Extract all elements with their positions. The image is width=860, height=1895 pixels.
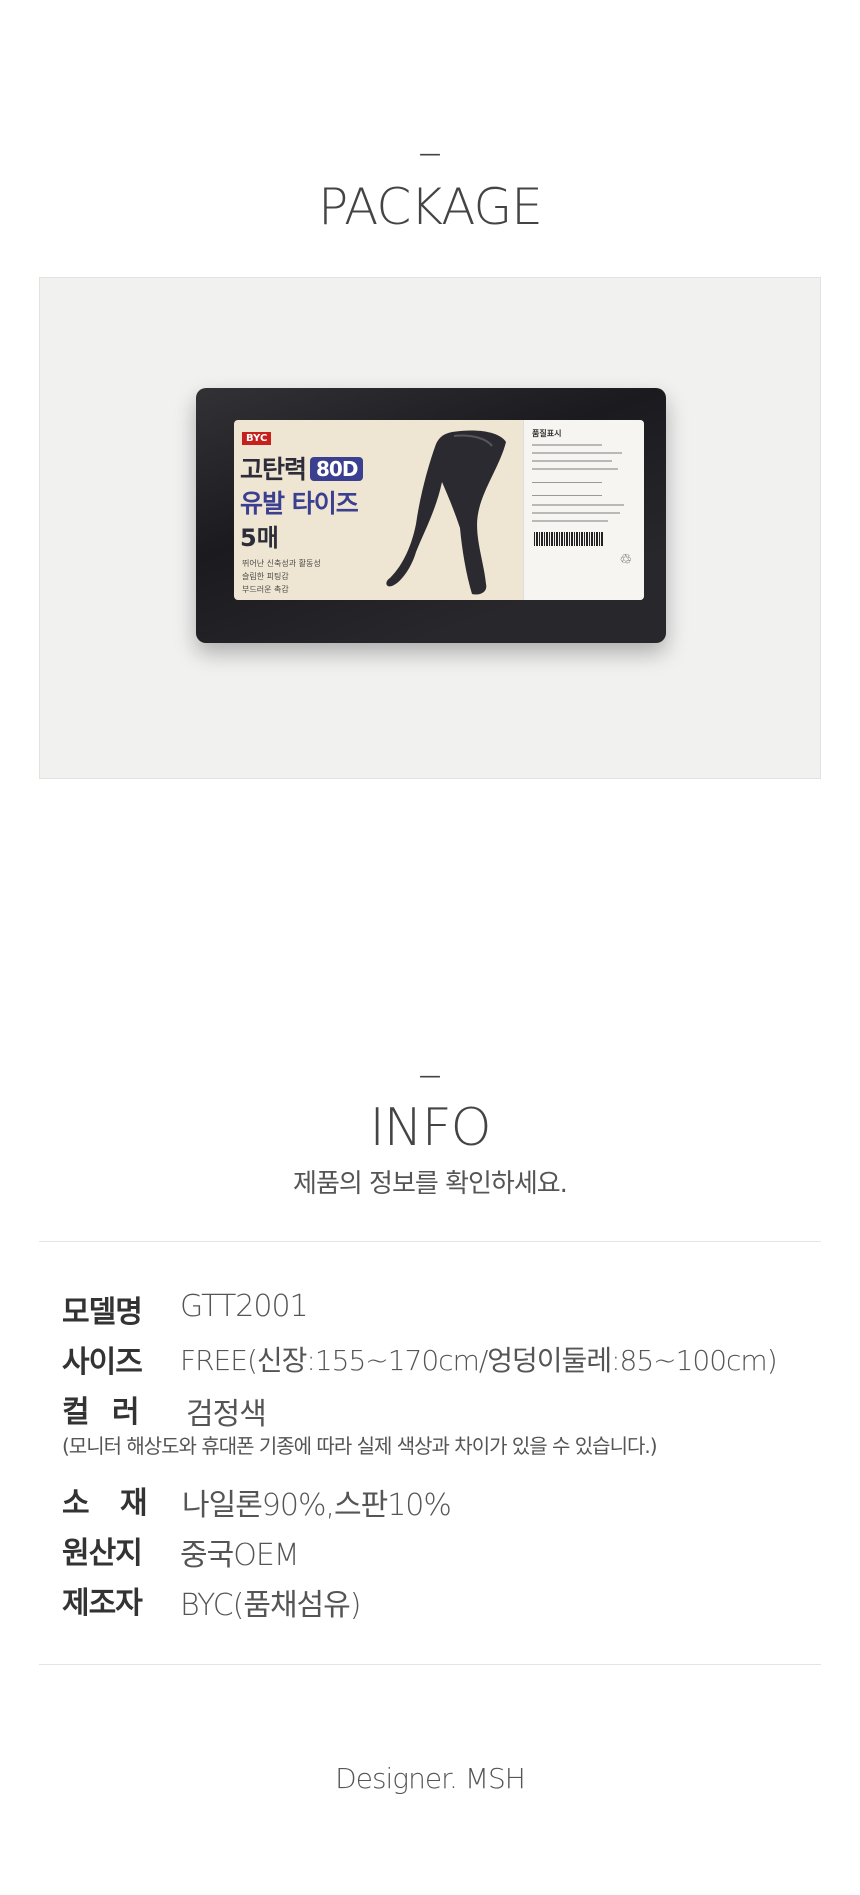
label-info-line [532, 512, 620, 514]
spec-value: FREE(신장:155~170cm/엉덩이둘레:85~100cm) [180, 1344, 778, 1377]
spec-label: 제조자 [62, 1586, 143, 1621]
label-info-heading: 품질표시 [532, 429, 562, 438]
package-feature: 뛰어난 신축성과 활동성 [242, 559, 321, 568]
label-info-line [532, 504, 624, 506]
spec-value: 중국OEM [180, 1538, 300, 1573]
legs-illustration [386, 430, 506, 595]
label-info-panel: 품질표시 ♲ [523, 420, 644, 600]
label-info-line [532, 468, 618, 470]
package-line-1-text: 고탄력 [240, 455, 307, 484]
divider [39, 1664, 821, 1665]
spec-label: 모델명 [62, 1295, 143, 1330]
package-line-1: 고탄력 80D [240, 450, 364, 486]
package-feature: 슬림한 피팅감 [242, 572, 289, 581]
barcode [534, 532, 604, 546]
spec-value: 나일론90%,스판10% [182, 1488, 452, 1523]
label-info-line [532, 452, 622, 454]
brand-logo: BYC [242, 432, 272, 445]
care-symbols [532, 482, 602, 496]
spec-value: 검정색 [186, 1397, 267, 1432]
info-subtitle: 제품의 정보를 확인하세요. [293, 1169, 568, 1199]
info-title: INFO [369, 1098, 491, 1158]
label-info-line [532, 444, 602, 446]
spec-label: 소 재 [62, 1486, 148, 1521]
spec-value: GTT2001 [180, 1289, 309, 1324]
section-dash: — [419, 1064, 441, 1089]
label-info-line [532, 520, 608, 522]
color-note: (모니터 해상도와 휴대폰 기종에 따라 실제 색상과 차이가 있을 수 있습니… [62, 1434, 658, 1458]
tights-package: BYC 고탄력 80D 유발 타이즈 5매 뛰어난 신축성과 활동성 슬림한 피팅… [196, 388, 666, 643]
package-feature: 부드러운 촉감 [242, 585, 289, 594]
package-title: PACKAGE [318, 178, 543, 236]
package-line-3: 5매 [240, 524, 279, 552]
spec-value: BYC(품채섬유) [180, 1588, 361, 1623]
designer-credit: Designer. MSH [335, 1762, 526, 1795]
package-line-2: 유발 타이즈 [240, 489, 359, 518]
package-photo: BYC 고탄력 80D 유발 타이즈 5매 뛰어난 신축성과 활동성 슬림한 피팅… [39, 277, 821, 779]
recycle-icon: ♲ [619, 552, 632, 568]
label-info-line [532, 460, 612, 462]
section-dash: — [419, 142, 441, 167]
package-label: BYC 고탄력 80D 유발 타이즈 5매 뛰어난 신축성과 활동성 슬림한 피팅… [234, 420, 644, 600]
spec-label: 원산지 [62, 1536, 143, 1571]
denier-badge: 80D [310, 457, 364, 481]
divider [39, 1241, 821, 1242]
spec-label: 컬 러 [62, 1395, 140, 1430]
spec-label: 사이즈 [62, 1345, 143, 1380]
